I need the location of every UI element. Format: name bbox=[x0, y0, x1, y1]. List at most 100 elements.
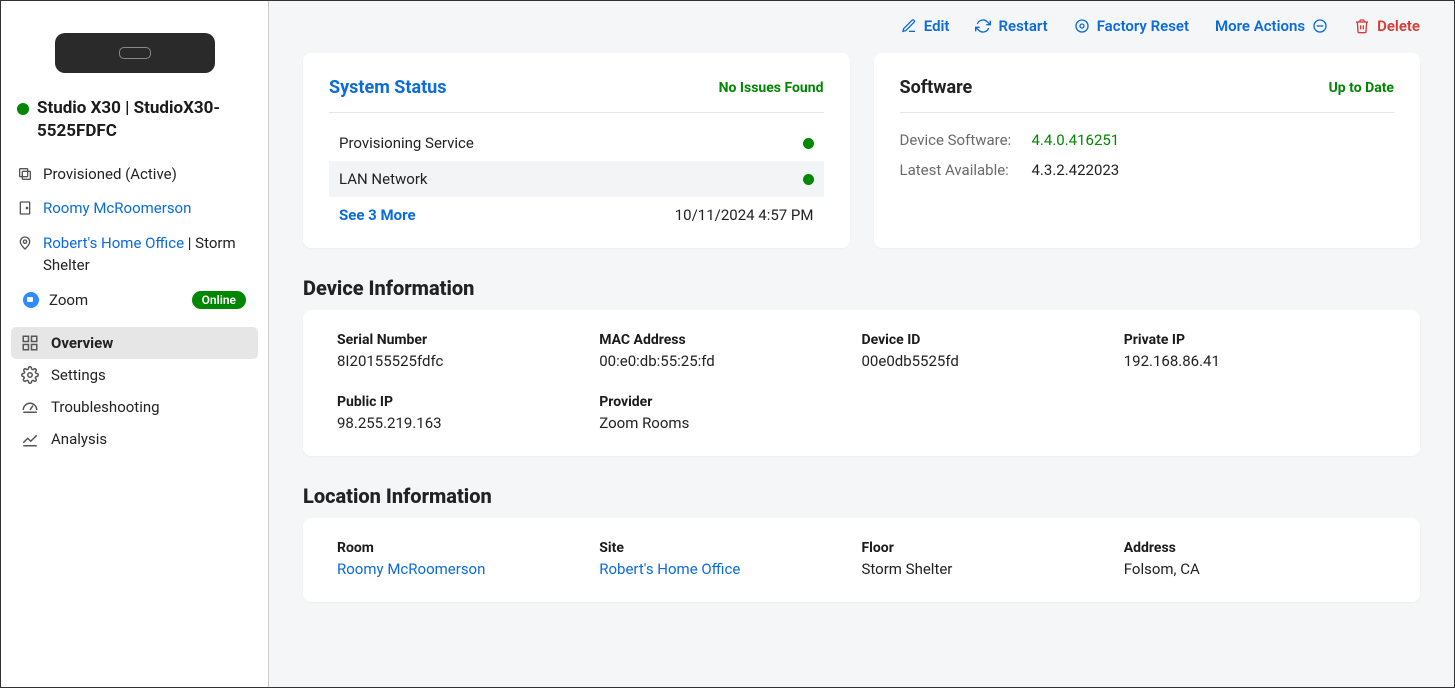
restart-icon bbox=[975, 18, 991, 34]
status-footer: See 3 More 10/11/2024 4:57 PM bbox=[329, 197, 824, 224]
factory-reset-icon bbox=[1074, 18, 1090, 34]
system-status-header: System Status No Issues Found bbox=[329, 77, 824, 113]
sidebar: Studio X30 | StudioX30-5525FDFC Provisio… bbox=[1, 1, 269, 687]
cards-row: System Status No Issues Found Provisioni… bbox=[269, 45, 1454, 248]
software-header: Software Up to Date bbox=[900, 77, 1395, 113]
more-circle-icon bbox=[1312, 18, 1328, 34]
nav-overview-label: Overview bbox=[51, 334, 113, 352]
system-status-title[interactable]: System Status bbox=[329, 77, 447, 98]
device-title-row: Studio X30 | StudioX30-5525FDFC bbox=[11, 97, 258, 157]
provider-label: Provider bbox=[599, 394, 861, 414]
provider-value: Zoom Rooms bbox=[599, 414, 861, 432]
status-timestamp: 10/11/2024 4:57 PM bbox=[675, 206, 814, 224]
system-status-summary: No Issues Found bbox=[719, 80, 824, 96]
serial-label: Serial Number bbox=[337, 332, 599, 352]
main-content: Edit Restart Factory Reset More Actions … bbox=[269, 1, 1454, 687]
status-dot-ok-icon bbox=[803, 138, 814, 149]
site-label: Site bbox=[599, 540, 861, 560]
device-software-label: Device Software: bbox=[900, 131, 1024, 149]
status-row-provisioning: Provisioning Service bbox=[329, 125, 824, 161]
nav-overview[interactable]: Overview bbox=[11, 327, 258, 359]
gauge-icon bbox=[21, 398, 39, 416]
room-value[interactable]: Roomy McRoomerson bbox=[337, 560, 599, 578]
side-nav: Overview Settings Troubleshooting Analys… bbox=[11, 327, 258, 455]
device-status-dot-icon bbox=[17, 103, 29, 115]
site-row: Robert's Home Office | Storm Shelter bbox=[17, 226, 252, 283]
site: Site Robert's Home Office bbox=[599, 540, 861, 578]
more-actions-button[interactable]: More Actions bbox=[1215, 17, 1328, 35]
status-row-lan: LAN Network bbox=[329, 161, 824, 197]
device-software-row: Device Software: 4.4.0.416251 bbox=[900, 125, 1395, 155]
room-row: Roomy McRoomerson bbox=[17, 191, 252, 226]
provider: Provider Zoom Rooms bbox=[599, 394, 861, 432]
latest-available-label: Latest Available: bbox=[900, 161, 1024, 179]
private-ip-value: 192.168.86.41 bbox=[1124, 352, 1386, 370]
provision-status-row: Provisioned (Active) bbox=[17, 157, 252, 192]
device-thumbnail bbox=[55, 33, 215, 73]
serial-value: 8I20155525fdfc bbox=[337, 352, 599, 370]
site-link[interactable]: Robert's Home Office bbox=[43, 234, 184, 252]
trash-icon bbox=[1354, 18, 1370, 34]
nav-settings[interactable]: Settings bbox=[11, 359, 258, 391]
provision-status: Provisioned (Active) bbox=[43, 163, 177, 186]
delete-button[interactable]: Delete bbox=[1354, 17, 1420, 35]
address: Address Folsom, CA bbox=[1124, 540, 1386, 578]
location-info-card: Room Roomy McRoomerson Site Robert's Hom… bbox=[303, 518, 1420, 602]
nav-settings-label: Settings bbox=[51, 366, 106, 384]
nav-troubleshooting-label: Troubleshooting bbox=[51, 398, 160, 416]
address-label: Address bbox=[1124, 540, 1386, 560]
zoom-icon bbox=[23, 292, 39, 308]
site-separator: | bbox=[184, 234, 195, 252]
software-summary: Up to Date bbox=[1329, 80, 1394, 96]
device-info-heading: Device Information bbox=[269, 248, 1454, 310]
software-card: Software Up to Date Device Software: 4.4… bbox=[874, 53, 1421, 248]
floor: Floor Storm Shelter bbox=[862, 540, 1124, 578]
latest-available-row: Latest Available: 4.3.2.422023 bbox=[900, 155, 1395, 185]
online-badge: Online bbox=[192, 291, 246, 309]
chart-line-icon bbox=[21, 430, 39, 448]
status-row-label: LAN Network bbox=[339, 170, 428, 188]
provisioned-icon bbox=[17, 166, 33, 182]
location-info-heading: Location Information bbox=[269, 456, 1454, 518]
nav-analysis-label: Analysis bbox=[51, 430, 107, 448]
edit-label: Edit bbox=[924, 17, 950, 35]
device-meta: Provisioned (Active) Roomy McRoomerson R… bbox=[11, 157, 258, 323]
device-id: Device ID 00e0db5525fd bbox=[862, 332, 1124, 370]
nav-troubleshooting[interactable]: Troubleshooting bbox=[11, 391, 258, 423]
nav-analysis[interactable]: Analysis bbox=[11, 423, 258, 455]
mac-address: MAC Address 00:e0:db:55:25:fd bbox=[599, 332, 861, 370]
private-ip: Private IP 192.168.86.41 bbox=[1124, 332, 1386, 370]
edit-button[interactable]: Edit bbox=[901, 17, 950, 35]
location-pin-icon bbox=[17, 235, 33, 251]
status-dot-ok-icon bbox=[803, 174, 814, 185]
action-toolbar: Edit Restart Factory Reset More Actions … bbox=[269, 1, 1454, 45]
public-ip: Public IP 98.255.219.163 bbox=[337, 394, 599, 432]
public-ip-label: Public IP bbox=[337, 394, 599, 414]
private-ip-label: Private IP bbox=[1124, 332, 1386, 352]
room-icon bbox=[17, 200, 33, 216]
mac-value: 00:e0:db:55:25:fd bbox=[599, 352, 861, 370]
provider-name: Zoom bbox=[49, 291, 88, 309]
room-label: Room bbox=[337, 540, 599, 560]
site-value[interactable]: Robert's Home Office bbox=[599, 560, 861, 578]
room-link[interactable]: Roomy McRoomerson bbox=[43, 199, 191, 217]
restart-button[interactable]: Restart bbox=[975, 17, 1047, 35]
factory-reset-button[interactable]: Factory Reset bbox=[1074, 17, 1189, 35]
device-software-value[interactable]: 4.4.0.416251 bbox=[1032, 131, 1120, 149]
device-info-card: Serial Number 8I20155525fdfc MAC Address… bbox=[303, 310, 1420, 456]
more-actions-label: More Actions bbox=[1215, 17, 1305, 35]
status-row-label: Provisioning Service bbox=[339, 134, 474, 152]
latest-available-value: 4.3.2.422023 bbox=[1032, 161, 1120, 179]
factory-reset-label: Factory Reset bbox=[1097, 17, 1189, 35]
device-title: Studio X30 | StudioX30-5525FDFC bbox=[37, 97, 252, 143]
provider-row: Zoom Online bbox=[17, 283, 252, 323]
room: Room Roomy McRoomerson bbox=[337, 540, 599, 578]
software-title: Software bbox=[900, 77, 973, 98]
floor-value: Storm Shelter bbox=[862, 560, 1124, 578]
mac-label: MAC Address bbox=[599, 332, 861, 352]
serial-number: Serial Number 8I20155525fdfc bbox=[337, 332, 599, 370]
see-more-link[interactable]: See 3 More bbox=[339, 206, 416, 224]
grid-icon bbox=[21, 334, 39, 352]
restart-label: Restart bbox=[998, 17, 1047, 35]
address-value: Folsom, CA bbox=[1124, 560, 1386, 578]
